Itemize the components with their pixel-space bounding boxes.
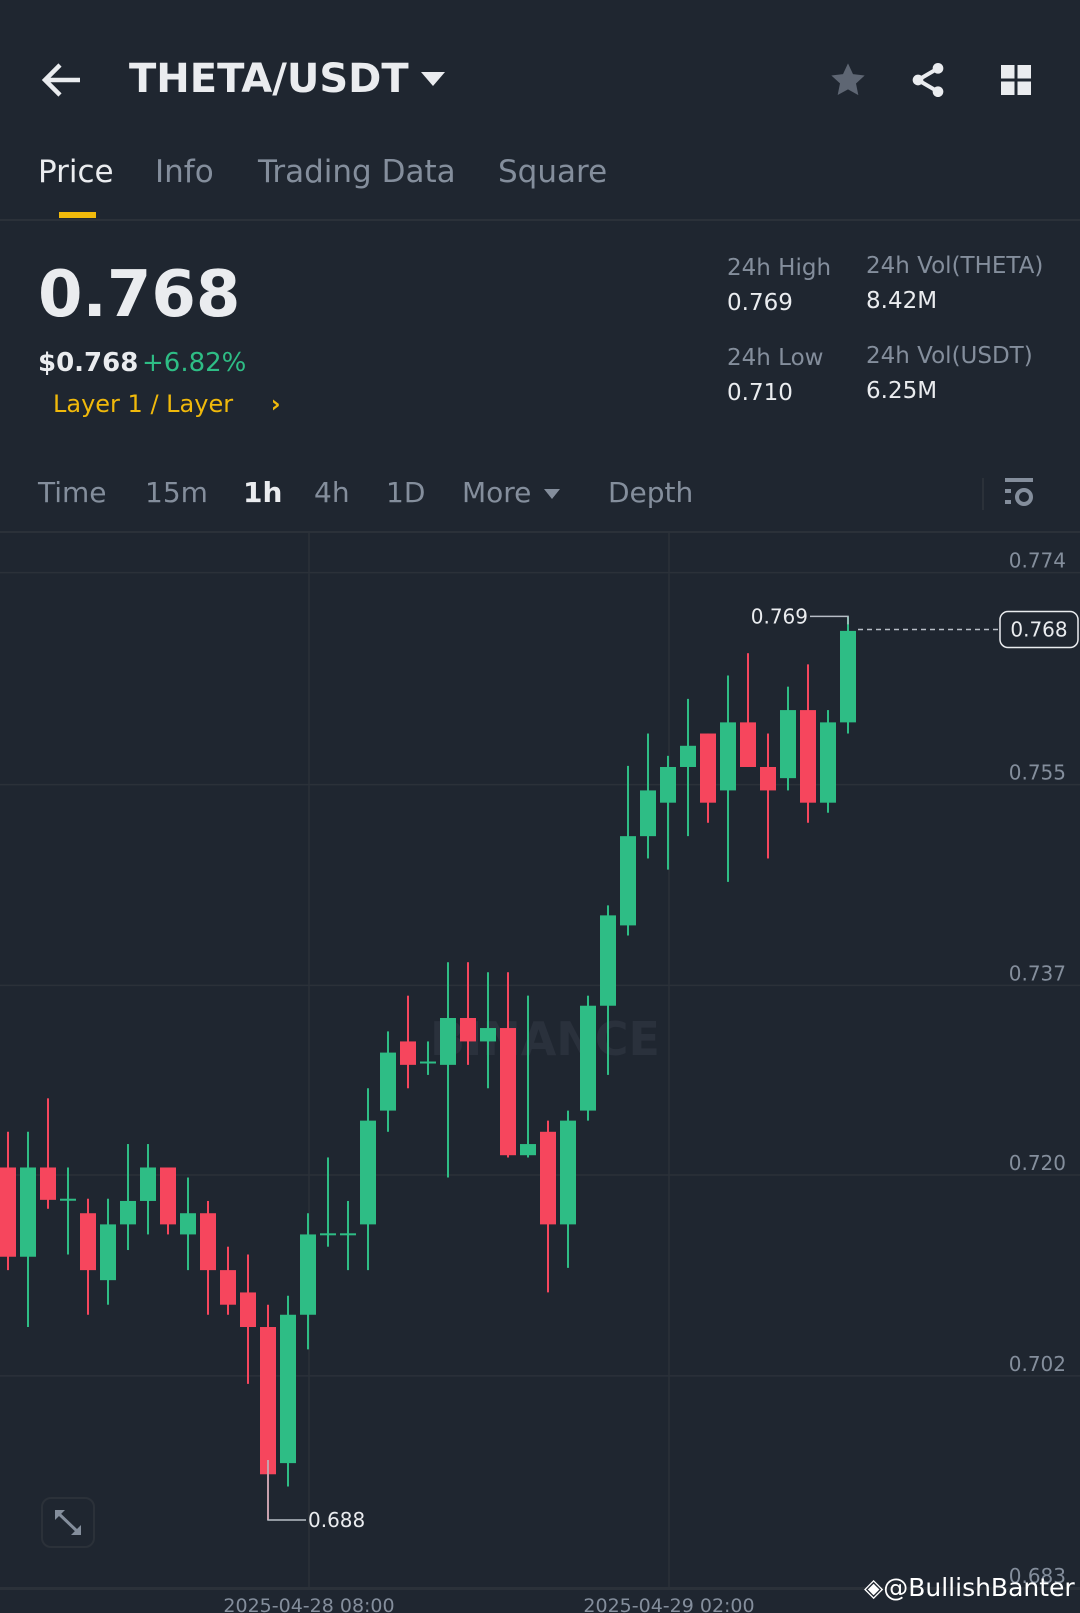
expand-icon (55, 1510, 81, 1535)
candle-down (800, 710, 816, 803)
candle-up (340, 1233, 356, 1236)
y-tick-label: 0.702 (1009, 1352, 1066, 1376)
y-tick-label: 0.755 (1009, 761, 1066, 785)
y-tick-label: 0.737 (1009, 961, 1066, 985)
candlestick-chart[interactable]: 2025-04-28 08:00 2025-04-29 02:00 0.774 0.7… (0, 0, 1080, 1613)
low-marker-label: 0.688 (308, 1508, 365, 1532)
candle-down (160, 1167, 176, 1225)
candle-up (420, 1061, 436, 1064)
candle-up (360, 1120, 376, 1225)
candle-up (780, 710, 796, 779)
candle-down (200, 1213, 216, 1271)
candle-up (280, 1314, 296, 1464)
candle-down (240, 1292, 256, 1328)
candle-up (840, 630, 856, 723)
candle-up (380, 1052, 396, 1111)
last-price-label: 0.768 (1010, 618, 1067, 642)
candle-up (320, 1233, 336, 1236)
candle-down (540, 1131, 556, 1225)
y-tick-label: 0.720 (1009, 1151, 1066, 1175)
x-tick-label: 2025-04-28 08:00 (223, 1595, 394, 1613)
candle-up (140, 1167, 156, 1201)
candle-down (220, 1270, 236, 1305)
candle-up (600, 915, 616, 1006)
candle-up (440, 1017, 456, 1065)
candle-up (300, 1234, 316, 1315)
candle-up (180, 1213, 196, 1235)
candle-down (700, 733, 716, 803)
y-tick-label: 0.774 (1009, 549, 1066, 573)
candle-down (80, 1213, 96, 1271)
candle-up (560, 1120, 576, 1225)
candle-up (620, 836, 636, 926)
credit-watermark: ◈@BullishBanter (864, 1573, 1075, 1602)
x-tick-label: 2025-04-29 02:00 (583, 1595, 754, 1613)
candle-down (760, 766, 776, 791)
candle-up (480, 1028, 496, 1042)
candle-up (720, 722, 736, 791)
candle-up (100, 1224, 116, 1281)
candle-up (520, 1144, 536, 1156)
candle-down (260, 1327, 276, 1475)
candle-up (680, 745, 696, 767)
candle-down (40, 1167, 56, 1200)
binance-logo-icon: ◈ (864, 1573, 884, 1602)
candle-down (460, 1017, 476, 1042)
candle-up (20, 1167, 36, 1257)
candle-down (500, 1028, 516, 1156)
candle-down (0, 1167, 16, 1257)
credit-text: @BullishBanter (883, 1573, 1075, 1602)
candle-down (400, 1041, 416, 1065)
candle-up (60, 1198, 76, 1201)
candle-up (640, 790, 656, 837)
candle-down (740, 722, 756, 767)
high-marker-label: 0.769 (751, 604, 808, 628)
candle-up (660, 766, 676, 803)
candle-up (120, 1200, 136, 1225)
fullscreen-button[interactable] (41, 1497, 95, 1548)
candle-up (580, 1005, 596, 1111)
high-marker-line (810, 615, 849, 625)
candle-up (820, 722, 836, 803)
